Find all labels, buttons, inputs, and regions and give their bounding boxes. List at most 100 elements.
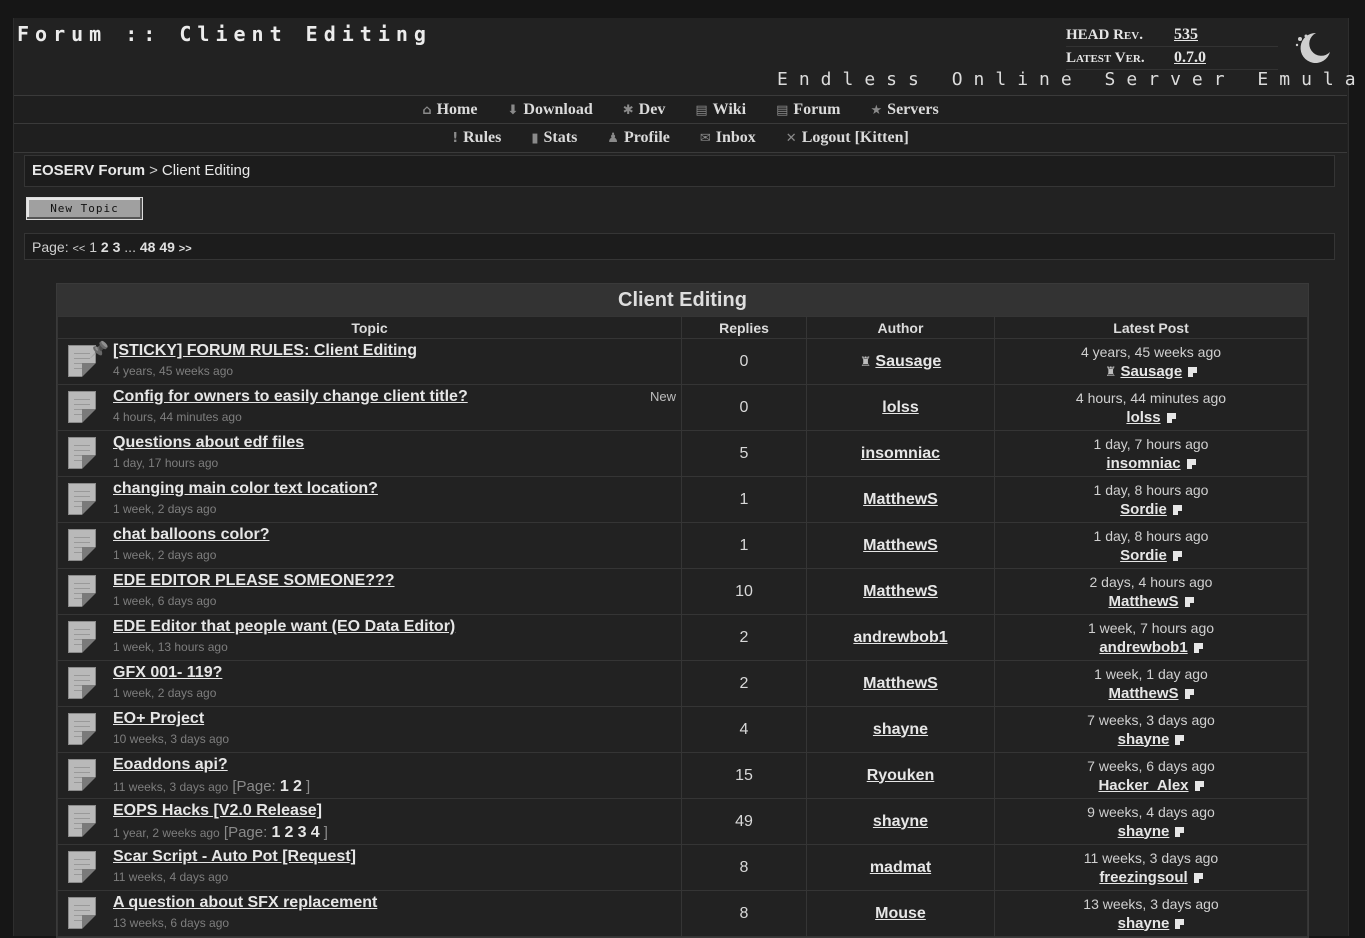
author-link[interactable]: MatthewS bbox=[863, 491, 938, 508]
topic-title-link[interactable]: Config for owners to easily change clien… bbox=[113, 388, 468, 406]
latest-post-cell: 1 day, 8 hours ago Sordie bbox=[994, 522, 1308, 569]
topic-pages: [Page: 1 2 3 4 ] bbox=[220, 824, 328, 841]
author-link[interactable]: shayne bbox=[873, 721, 928, 738]
nav-profile[interactable]: ♟ Profile bbox=[607, 129, 670, 147]
topic-title-link[interactable]: GFX 001- 119? bbox=[113, 664, 222, 682]
nav-forum[interactable]: ▤ Forum bbox=[776, 101, 840, 119]
author-link[interactable]: insomniac bbox=[861, 445, 940, 462]
new-topic-button[interactable]: New Topic bbox=[26, 197, 143, 220]
page-next-link[interactable]: >> bbox=[179, 243, 192, 255]
latest-post-user-link[interactable]: shayne bbox=[1118, 915, 1170, 932]
latest-post-user-link[interactable]: andrewbob1 bbox=[1099, 639, 1187, 656]
page-link[interactable]: 2 bbox=[101, 239, 109, 255]
author-cell: lolss bbox=[806, 384, 995, 431]
latest-post-user-link[interactable]: Hacker_Alex bbox=[1098, 777, 1188, 794]
topic-page-link[interactable]: 1 bbox=[271, 824, 280, 841]
latest-post-user-link[interactable]: shayne bbox=[1118, 731, 1170, 748]
nav-servers[interactable]: ★ Servers bbox=[871, 101, 939, 119]
go-to-post-icon[interactable] bbox=[1175, 918, 1185, 929]
go-to-post-icon[interactable] bbox=[1184, 596, 1194, 607]
nav-download[interactable]: ⬇ Download bbox=[507, 101, 592, 119]
nav-bar-secondary: ! Rules ▮ Stats ♟ Profile ✉ Inbox ✕ Logout [Kitte… bbox=[14, 123, 1347, 153]
nav-home[interactable]: ⌂ Home bbox=[422, 101, 477, 119]
go-to-post-icon[interactable] bbox=[1193, 872, 1203, 883]
latest-post-user-link[interactable]: Sordie bbox=[1120, 501, 1167, 518]
topic-page-link[interactable]: 1 bbox=[280, 778, 289, 795]
go-to-post-icon[interactable] bbox=[1193, 642, 1203, 653]
topic-page-link[interactable]: 4 bbox=[311, 824, 320, 841]
reply-count: 2 bbox=[681, 614, 807, 661]
latest-post-user-link[interactable]: MatthewS bbox=[1108, 593, 1178, 610]
topic-title-link[interactable]: changing main color text location? bbox=[113, 480, 378, 498]
page-link[interactable]: 3 bbox=[113, 239, 121, 255]
nav-wiki[interactable]: ▤ Wiki bbox=[695, 101, 746, 119]
go-to-post-icon[interactable] bbox=[1194, 780, 1204, 791]
latest-post-user-link[interactable]: shayne bbox=[1118, 823, 1170, 840]
topic-title-link[interactable]: chat balloons color? bbox=[113, 526, 269, 544]
topic-title-link[interactable]: Scar Script - Auto Pot [Request] bbox=[113, 848, 356, 866]
author-link[interactable]: andrewbob1 bbox=[853, 629, 947, 646]
go-to-post-icon[interactable] bbox=[1175, 734, 1185, 745]
topic-title-link[interactable]: EDE Editor that people want (EO Data Edi… bbox=[113, 618, 455, 636]
nav-inbox[interactable]: ✉ Inbox bbox=[700, 129, 756, 147]
topic-page-link[interactable]: 2 bbox=[293, 778, 302, 795]
latest-post-user-link[interactable]: insomniac bbox=[1106, 455, 1180, 472]
topic-title-link[interactable]: EO+ Project bbox=[113, 710, 204, 728]
page-link[interactable]: 49 bbox=[159, 239, 175, 255]
latest-post-user-link[interactable]: freezingsoul bbox=[1099, 869, 1187, 886]
topic-cell: Eoaddons api? 11 weeks, 3 days ago [Page:… bbox=[57, 752, 682, 799]
nav-logout-kitten[interactable]: ✕ Logout [Kitten] bbox=[786, 129, 909, 147]
go-to-post-icon[interactable] bbox=[1186, 458, 1196, 469]
latest-post-time: 1 day, 8 hours ago bbox=[1093, 527, 1209, 544]
page-link[interactable]: 48 bbox=[140, 239, 156, 255]
topic-document-icon bbox=[68, 437, 96, 469]
go-to-post-icon[interactable] bbox=[1166, 412, 1176, 423]
topic-title-link[interactable]: Questions about edf files bbox=[113, 434, 304, 452]
breadcrumb-home-link[interactable]: EOSERV Forum bbox=[32, 162, 145, 179]
table-header-row: Topic Replies Author Latest Post bbox=[57, 316, 1308, 339]
go-to-post-icon[interactable] bbox=[1188, 366, 1198, 377]
nav-dev[interactable]: ✱ Dev bbox=[623, 101, 666, 119]
topic-title-link[interactable]: Eoaddons api? bbox=[113, 756, 228, 774]
reply-count: 1 bbox=[681, 476, 807, 523]
author-link[interactable]: MatthewS bbox=[863, 537, 938, 554]
nav-rules[interactable]: ! Rules bbox=[452, 129, 501, 147]
latest-post-user-link[interactable]: MatthewS bbox=[1108, 685, 1178, 702]
latest-post-user-link[interactable]: Sausage bbox=[1120, 363, 1182, 380]
go-to-post-icon[interactable] bbox=[1172, 504, 1182, 515]
topic-title-link[interactable]: [STICKY] FORUM RULES: Client Editing bbox=[113, 342, 417, 360]
author-link[interactable]: Sausage bbox=[875, 353, 941, 370]
author-link[interactable]: Ryouken bbox=[867, 767, 935, 784]
go-to-post-icon[interactable] bbox=[1172, 550, 1182, 561]
column-header-author: Author bbox=[806, 316, 995, 339]
moon-logo-icon bbox=[1295, 32, 1330, 63]
author-cell: shayne bbox=[806, 706, 995, 753]
nav-stats[interactable]: ▮ Stats bbox=[531, 129, 577, 147]
topic-title-link[interactable]: A question about SFX replacement bbox=[113, 894, 377, 912]
topic-page-link[interactable]: 2 bbox=[285, 824, 294, 841]
topic-page-link[interactable]: 3 bbox=[298, 824, 307, 841]
reply-count: 4 bbox=[681, 706, 807, 753]
topic-title-link[interactable]: EOPS Hacks [V2.0 Release] bbox=[113, 802, 322, 820]
topic-pages-label: [Page: bbox=[219, 824, 268, 841]
topic-meta: 1 year, 2 weeks ago [Page: 1 2 3 4 ] bbox=[113, 824, 328, 842]
pagination: Page: << 1 2 3 ... 48 49 >> bbox=[24, 233, 1335, 260]
author-link[interactable]: MatthewS bbox=[863, 583, 938, 600]
author-link[interactable]: madmat bbox=[870, 859, 931, 876]
latest-post-user-link[interactable]: Sordie bbox=[1120, 547, 1167, 564]
author-link[interactable]: MatthewS bbox=[863, 675, 938, 692]
topic-pages-close: ] bbox=[301, 778, 311, 795]
topic-document-icon bbox=[68, 805, 96, 837]
latest-ver-link[interactable]: 0.7.0 bbox=[1174, 49, 1206, 67]
nav-label: Home bbox=[436, 101, 478, 118]
topic-title-link[interactable]: EDE EDITOR PLEASE SOMEONE??? bbox=[113, 572, 395, 590]
author-link[interactable]: shayne bbox=[873, 813, 928, 830]
head-rev-link[interactable]: 535 bbox=[1174, 26, 1198, 44]
author-link[interactable]: lolss bbox=[882, 399, 918, 416]
latest-post-user-link[interactable]: lolss bbox=[1126, 409, 1160, 426]
go-to-post-icon[interactable] bbox=[1175, 826, 1185, 837]
author-link[interactable]: Mouse bbox=[875, 905, 926, 922]
breadcrumb-current-link[interactable]: Client Editing bbox=[162, 162, 250, 179]
go-to-post-icon[interactable] bbox=[1184, 688, 1194, 699]
latest-post-time: 13 weeks, 3 days ago bbox=[1083, 895, 1219, 912]
